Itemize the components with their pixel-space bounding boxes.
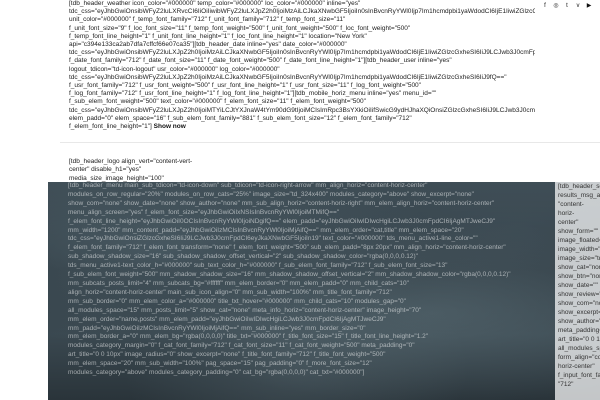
- code-line: f_date_font_family="712" f_date_font_siz…: [69, 57, 452, 65]
- code-line: show_date="": [558, 282, 598, 289]
- code-line: [tdb_header_logo align_vert="content-ver…: [69, 158, 193, 165]
- code-line: mm_subcats_posts_limit="4" mm_subcats_bg…: [68, 279, 409, 287]
- code-line: mm_elem_order="name,posts" mm_elem_padd=…: [68, 315, 386, 323]
- code-line: mm_padd="eyJhbGwiOiIzMCIsInBvcnRyYWl0Ijo…: [68, 324, 366, 332]
- code-line: center" disable_h1="yes": [69, 166, 142, 174]
- code-line: modules_on_row_regular="20%" modules_on_…: [68, 190, 474, 198]
- code-line: tds_menu_active1-text_color_h="#000000" …: [68, 262, 448, 270]
- instagram-icon[interactable]: ◎: [553, 3, 559, 9]
- code-line: show_btn="none": [558, 273, 600, 280]
- code-line: elem_padd="0" elem_space="16" f_sub_elem…: [69, 114, 412, 122]
- code-line: show_com="none": [558, 300, 600, 307]
- code-line: art_title="0 0 10px" image_radius="0" sh…: [68, 351, 386, 359]
- code-line: f_elem_font_line_height="1"] Show now: [69, 123, 186, 131]
- code-line: image_size="td_324x400": [558, 255, 600, 262]
- code-line: tdc_css="eyJhbGwiOnsibWFyZ2luLXRvcCI6IiO…: [69, 8, 535, 16]
- twitter-icon[interactable]: t: [564, 3, 570, 9]
- code-line: center": [558, 219, 579, 226]
- code-line: f_elem_font_family="712" f_elem_font_tra…: [68, 244, 506, 252]
- social-icons: f ◎ t v ▶: [542, 3, 592, 9]
- header-code-area: [tdb_header_weather icon_color="#000000"…: [0, 0, 600, 150]
- code-line: [tdb_header_search: [558, 183, 600, 190]
- header-divider: [60, 142, 600, 143]
- code-line: mm_width="1200" mm_content_padd="eyJhbGw…: [68, 226, 464, 234]
- menu-shortcode-text: [tdb_header_menu main_sub_tdicon="td-ico…: [68, 182, 573, 378]
- code-line: f_sub_elem_font_weight="500" mm_shadow_s…: [68, 271, 511, 279]
- code-line: sub_shadow_shadow_size="16" sub_shadow_s…: [68, 253, 418, 261]
- vimeo-icon[interactable]: v: [575, 3, 581, 9]
- header-shortcode-text: [tdb_header_weather icon_color="#000000"…: [69, 0, 535, 131]
- code-line: art_title="0 0 15px": [558, 336, 600, 343]
- code-line: f_unit_font_size="9" f_loc_font_size="11…: [69, 24, 411, 32]
- code-line: results_msg_align=: [558, 192, 600, 199]
- code-line: horiz-: [558, 210, 575, 217]
- code-line: show_com="none" show_date="none" show_au…: [68, 199, 495, 207]
- code-line: align_horiz="content-horiz-center" main_…: [68, 288, 392, 296]
- code-line: menu_align_screen="yes" f_elem_font_size…: [68, 208, 340, 216]
- facebook-icon[interactable]: f: [542, 3, 548, 9]
- code-line: show_excerpt="none": [558, 309, 600, 316]
- code-line: mm_elem_border_a="0" mm_elem_bg="rgba(0,…: [68, 333, 429, 341]
- code-line: show_review="": [558, 291, 600, 298]
- code-line: tdc_css="eyJhbGwiOnsibWFyZ2luLXJpZ2h0Ijo…: [69, 49, 535, 57]
- code-line: tdc_css="eyJhbGwiOnsibWFyZ2luLXJpZ2h0Ijo…: [69, 106, 535, 114]
- code-line: tdc_css="eyJhbGwiOnsiZGlzcGxheSI6IiJ9LCJ…: [68, 235, 478, 243]
- code-line: meta_padding="0": [558, 327, 600, 334]
- code-line: f_elem_font_line_height="eyJhbGwiOiI0OCI…: [68, 217, 496, 225]
- code-line: modules_category="above" modules_categor…: [68, 369, 365, 377]
- code-line: f_usr_font_family="712" f_usr_font_weigh…: [69, 82, 421, 90]
- code-line: [tdb_header_weather icon_color="#000000"…: [69, 0, 361, 7]
- code-line: "content-: [558, 201, 584, 208]
- code-line: api="c394e133ca2ab7dfa7cffcf66e07ca35"][…: [69, 41, 347, 49]
- code-line: show_form="": [558, 228, 599, 235]
- code-line: horiz-center": [558, 363, 595, 370]
- youtube-icon[interactable]: ▶: [586, 3, 592, 9]
- code-line: f_log_font_family="712" f_usr_font_line_…: [69, 90, 437, 98]
- code-line: all_modules_space="15" mm_posts_limit="5…: [68, 306, 422, 314]
- code-line: form_align="content-: [558, 354, 600, 361]
- code-line: f_temp_font_line_height="1" f_unit_font_…: [69, 32, 367, 40]
- code-line: [tdb_header_menu main_sub_tdicon="td-ico…: [68, 182, 428, 189]
- code-line: tdc_css="eyJhbGwiOnsibWFyZ2luLXJpZ2h0Ijo…: [69, 73, 507, 81]
- code-line: mm_elem_space="20" mm_sub_width="100%" p…: [68, 360, 372, 368]
- hero-background-image: [tdb_header_menu main_sub_tdicon="td-ico…: [48, 182, 600, 400]
- code-line: mm_sub_border="0" mm_elem_color_a="#0000…: [68, 297, 406, 305]
- code-line: show_author="none": [558, 318, 600, 325]
- code-line: all_modules_space="15": [558, 345, 600, 352]
- code-line: f_input_font_family=: [558, 372, 600, 379]
- code-line: "712": [558, 381, 574, 388]
- code-line: unit_color="#000000" f_temp_font_family=…: [69, 16, 346, 24]
- code-line: show_cat="none": [558, 264, 600, 271]
- show-more-link[interactable]: Show now: [152, 123, 186, 130]
- code-line: image_floated="float_left": [558, 237, 600, 244]
- code-line: logout_tdicon="td-icon-logout" usr_color…: [69, 65, 280, 73]
- code-line: image_width="30": [558, 246, 600, 253]
- code-line: modules_category_margin="0" f_cat_font_f…: [68, 342, 415, 350]
- code-line: f_sub_elem_font_weight="500" text_color=…: [69, 98, 366, 106]
- search-shortcode-panel: [tdb_header_search results_msg_align= "con…: [555, 182, 600, 400]
